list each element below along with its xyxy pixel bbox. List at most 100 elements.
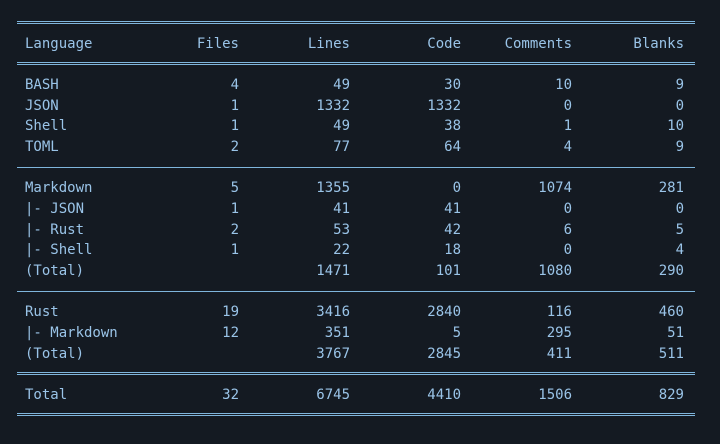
cell-code: 2845	[427, 346, 461, 362]
cell-files: 2	[230, 222, 239, 238]
table-row: BASH 4 49 30 10 9	[0, 75, 720, 95]
cell-files: 1	[230, 242, 239, 258]
cell-language: BASH	[25, 77, 59, 93]
cell-blanks: 5	[675, 222, 684, 238]
cell-files: 12	[222, 325, 239, 341]
cell-lines: 3767	[316, 346, 350, 362]
cell-language: |- Shell	[25, 242, 93, 258]
table-row-subtotal: (Total) 3767 2845 411 511	[0, 344, 720, 364]
cell-files: 1	[230, 201, 239, 217]
cell-code: 30	[444, 77, 461, 93]
cell-lines: 77	[333, 139, 350, 155]
cell-language: |- Markdown	[25, 325, 118, 341]
cell-blanks: 829	[658, 387, 684, 403]
section-divider	[17, 167, 695, 168]
table-top-border	[17, 21, 695, 24]
table-header-row: Language Files Lines Code Comments Blank…	[0, 34, 720, 54]
table-bottom-border	[17, 413, 695, 416]
cell-files: 2	[230, 139, 239, 155]
cell-code: 64	[444, 139, 461, 155]
cell-lines: 41	[333, 201, 350, 217]
cell-lines: 53	[333, 222, 350, 238]
cell-comments: 0	[563, 98, 572, 114]
cell-comments: 10	[555, 77, 572, 93]
cell-files: 32	[222, 387, 239, 403]
cell-blanks: 0	[675, 98, 684, 114]
cell-language: (Total)	[25, 346, 85, 362]
cell-code: 0	[452, 180, 461, 196]
header-language: Language	[25, 36, 93, 52]
cell-blanks: 511	[658, 346, 684, 362]
header-divider	[17, 62, 695, 65]
header-comments: Comments	[504, 36, 572, 52]
cell-language: Shell	[25, 118, 68, 134]
cell-comments: 4	[563, 139, 572, 155]
cell-code: 42	[444, 222, 461, 238]
cell-lines: 1332	[316, 98, 350, 114]
cell-code: 2840	[427, 304, 461, 320]
cell-files: 1	[230, 98, 239, 114]
cell-files: 5	[230, 180, 239, 196]
cell-comments: 1506	[538, 387, 572, 403]
cell-language: |- Rust	[25, 222, 85, 238]
cell-code: 5	[452, 325, 461, 341]
section-divider	[17, 291, 695, 292]
cell-lines: 49	[333, 118, 350, 134]
cell-files: 19	[222, 304, 239, 320]
cell-files: 1	[230, 118, 239, 134]
cell-code: 41	[444, 201, 461, 217]
cell-language: TOML	[25, 139, 59, 155]
cell-comments: 411	[546, 346, 572, 362]
cell-lines: 3416	[316, 304, 350, 320]
cell-lines: 22	[333, 242, 350, 258]
cell-code: 18	[444, 242, 461, 258]
cell-code: 1332	[427, 98, 461, 114]
cell-comments: 0	[563, 242, 572, 258]
header-blanks: Blanks	[633, 36, 684, 52]
cell-lines: 49	[333, 77, 350, 93]
table-row: Shell 1 49 38 1 10	[0, 116, 720, 136]
table-row-subtotal: (Total) 1471 101 1080 290	[0, 261, 720, 281]
cell-comments: 0	[563, 201, 572, 217]
cell-language: Rust	[25, 304, 59, 320]
terminal-output: Language Files Lines Code Comments Blank…	[0, 0, 720, 444]
cell-comments: 1080	[538, 263, 572, 279]
table-row: |- Shell 1 22 18 0 4	[0, 240, 720, 260]
table-row: JSON 1 1332 1332 0 0	[0, 96, 720, 116]
cell-comments: 6	[563, 222, 572, 238]
cell-blanks: 9	[675, 139, 684, 155]
cell-files: 4	[230, 77, 239, 93]
cell-blanks: 290	[658, 263, 684, 279]
cell-blanks: 460	[658, 304, 684, 320]
cell-language: JSON	[25, 98, 59, 114]
cell-lines: 1355	[316, 180, 350, 196]
table-row: |- JSON 1 41 41 0 0	[0, 199, 720, 219]
cell-language: |- JSON	[25, 201, 85, 217]
cell-comments: 116	[546, 304, 572, 320]
cell-blanks: 10	[667, 118, 684, 134]
cell-code: 38	[444, 118, 461, 134]
table-row: |- Markdown 12 351 5 295 51	[0, 323, 720, 343]
header-lines: Lines	[307, 36, 350, 52]
cell-blanks: 51	[667, 325, 684, 341]
cell-lines: 6745	[316, 387, 350, 403]
cell-blanks: 4	[675, 242, 684, 258]
table-row: Markdown 5 1355 0 1074 281	[0, 178, 720, 198]
cell-blanks: 0	[675, 201, 684, 217]
header-files: Files	[196, 36, 239, 52]
table-row: TOML 2 77 64 4 9	[0, 137, 720, 157]
cell-comments: 295	[546, 325, 572, 341]
cell-lines: 1471	[316, 263, 350, 279]
cell-language: Total	[25, 387, 68, 403]
cell-lines: 351	[324, 325, 350, 341]
cell-comments: 1	[563, 118, 572, 134]
cell-language: (Total)	[25, 263, 85, 279]
cell-code: 101	[435, 263, 461, 279]
cell-code: 4410	[427, 387, 461, 403]
cell-language: Markdown	[25, 180, 93, 196]
table-row: Rust 19 3416 2840 116 460	[0, 302, 720, 322]
table-row: |- Rust 2 53 42 6 5	[0, 220, 720, 240]
cell-comments: 1074	[538, 180, 572, 196]
cell-blanks: 9	[675, 77, 684, 93]
cell-blanks: 281	[658, 180, 684, 196]
